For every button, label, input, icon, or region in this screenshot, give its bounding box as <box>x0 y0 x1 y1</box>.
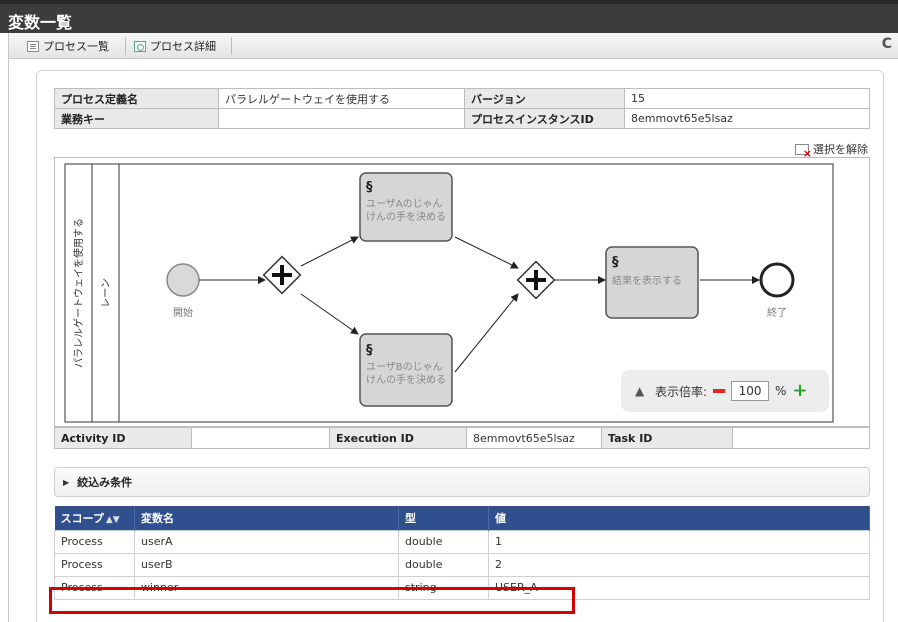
clear-selection-button[interactable]: 選択を解除 <box>795 141 868 160</box>
clear-selection-icon <box>795 143 812 160</box>
business-key-label: 業務キー <box>54 108 219 129</box>
detail-icon <box>134 40 146 52</box>
cell-scope: Process <box>54 575 135 600</box>
activity-id-value <box>191 427 330 449</box>
cell-value: 2 <box>488 552 870 577</box>
process-def-name-label: プロセス定義名 <box>54 88 219 109</box>
execution-id-value: 8emmovt65e5lsaz <box>466 427 602 449</box>
title-bar: 変数一覧 <box>0 0 898 33</box>
process-list-label: プロセス一覧 <box>43 40 109 53</box>
version-value: 15 <box>624 88 870 109</box>
cell-type: string <box>398 575 489 600</box>
task-a-label-2: けんの手を決める <box>366 210 446 223</box>
instance-id-label: プロセスインスタンスID <box>464 108 625 129</box>
task-show-result[interactable]: § 結果を表示する <box>605 246 699 319</box>
script-task-icon: § <box>612 255 619 270</box>
cell-type: double <box>398 552 489 577</box>
start-label: 開始 <box>173 306 193 319</box>
task-id-value <box>732 427 870 449</box>
task-b-label-2: けんの手を決める <box>366 373 446 386</box>
column-header-value[interactable]: 値 <box>488 506 870 530</box>
expand-triangle-icon: ▶ <box>63 477 70 487</box>
task-result-label: 結果を表示する <box>612 274 682 287</box>
process-info-table: プロセス定義名 パラレルゲートウェイを使用する バージョン 15 業務キー プロ… <box>54 88 870 129</box>
toolbar-divider <box>125 37 126 55</box>
process-detail-button[interactable]: プロセス詳細 <box>134 37 216 55</box>
zoom-label: 表示倍率: <box>655 384 708 399</box>
toolbar: プロセス一覧 プロセス詳細 C <box>8 33 898 59</box>
cell-name: winner <box>134 575 399 600</box>
page-title: 変数一覧 <box>8 13 73 32</box>
business-key-value <box>218 108 465 129</box>
id-info-table: Activity ID Execution ID 8emmovt65e5lsaz… <box>54 427 870 449</box>
task-user-a[interactable]: § ユーザAのじゃん けんの手を決める <box>359 172 453 242</box>
script-task-icon: § <box>366 343 373 358</box>
process-diagram: パラレルゲートウェイを使用する レーン 開始 § ユーザAのじゃん けんの手を決… <box>54 157 870 427</box>
process-def-name-value: パラレルゲートウェイを使用する <box>218 88 465 109</box>
pool-label: パラレルゲートウェイを使用する <box>72 218 85 368</box>
cell-value: 1 <box>488 529 870 554</box>
toolbar-divider <box>231 37 232 55</box>
start-event[interactable] <box>166 263 200 297</box>
script-task-icon: § <box>366 180 373 195</box>
frame-edge <box>8 59 9 622</box>
task-b-label-1: ユーザBのじゃん <box>366 361 443 373</box>
process-list-button[interactable]: プロセス一覧 <box>27 37 109 55</box>
task-id-label: Task ID <box>601 427 733 449</box>
cell-value: USER_A <box>488 575 870 600</box>
column-header-scope[interactable]: スコープ ▲▼ <box>54 506 135 530</box>
table-row[interactable]: Process userB double 2 <box>54 552 870 577</box>
end-label: 終了 <box>767 306 787 319</box>
zoom-in-icon[interactable]: + <box>792 382 807 400</box>
cell-name: userB <box>134 552 399 577</box>
task-a-label-1: ユーザAのじゃん <box>366 198 443 210</box>
column-header-name[interactable]: 変数名 <box>134 506 399 530</box>
lane-label: レーン <box>101 278 112 308</box>
variables-table: スコープ ▲▼ 変数名 型 値 Process userA double 1 Pr… <box>54 506 870 600</box>
task-user-b[interactable]: § ユーザBのじゃん けんの手を決める <box>359 333 453 407</box>
version-label: バージョン <box>464 88 625 109</box>
zoom-unit: % <box>775 384 787 398</box>
cell-name: userA <box>134 529 399 554</box>
process-detail-label: プロセス詳細 <box>150 40 216 53</box>
table-row[interactable]: Process userA double 1 <box>54 529 870 554</box>
end-event[interactable] <box>759 262 795 298</box>
instance-id-value: 8emmovt65e5lsaz <box>624 108 870 129</box>
cell-type: double <box>398 529 489 554</box>
zoom-out-icon[interactable] <box>713 389 726 393</box>
table-row[interactable]: Process winner string USER_A <box>54 575 870 600</box>
cell-scope: Process <box>54 529 135 554</box>
cell-scope: Process <box>54 552 135 577</box>
clear-selection-label: 選択を解除 <box>813 143 868 156</box>
zoom-input[interactable]: 100 <box>731 381 770 401</box>
home-icon[interactable]: ▲ <box>635 384 649 398</box>
refresh-icon[interactable]: C <box>882 36 892 52</box>
execution-id-label: Execution ID <box>329 427 467 449</box>
zoom-control: ▲ 表示倍率: 100 % + <box>621 370 829 412</box>
filter-label: 絞込み条件 <box>77 476 133 489</box>
list-icon <box>27 40 39 52</box>
sort-icon[interactable]: ▲▼ <box>106 515 120 525</box>
activity-id-label: Activity ID <box>54 427 192 449</box>
column-header-type[interactable]: 型 <box>398 506 489 530</box>
filter-toggle[interactable]: ▶ 絞込み条件 <box>54 467 870 497</box>
